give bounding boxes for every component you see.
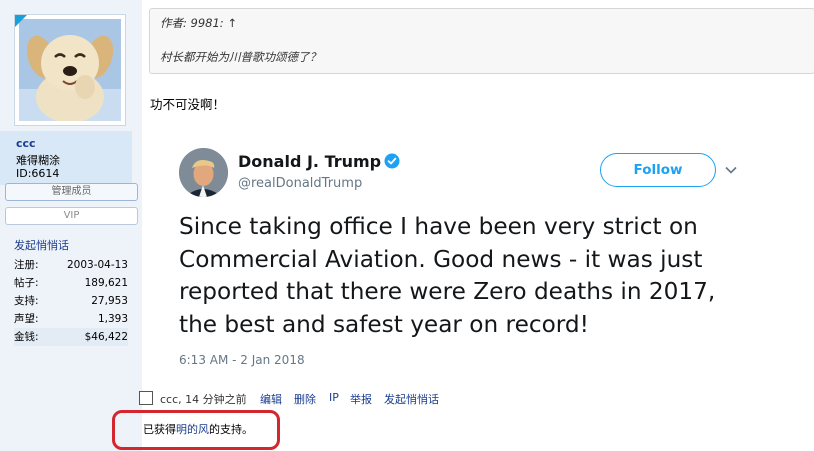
select-post-checkbox[interactable] bbox=[139, 391, 153, 405]
embedded-tweet: Donald J. Trump @realDonaldTrump Follow … bbox=[150, 143, 758, 371]
send-private-message-link[interactable]: 发起悄悄话 bbox=[14, 237, 69, 253]
stat-row-registered: 注册: 2003-04-13 bbox=[14, 256, 128, 274]
stat-value: 27,953 bbox=[91, 295, 128, 307]
avatar-corner-icon bbox=[15, 15, 27, 27]
tweet-text: Since taking office I have been very str… bbox=[179, 213, 716, 338]
stat-value: $46,422 bbox=[84, 331, 128, 343]
user-panel: ccc 难得糊涂 ID:6614 管理成员 VIP 发起悄悄话 注册: 2003… bbox=[0, 0, 142, 451]
stat-row-support: 支持: 27,953 bbox=[14, 292, 128, 310]
tweet-author-handle[interactable]: @realDonaldTrump bbox=[238, 176, 362, 191]
quote-box: 作者: 9981: ↑ 村长都开始为川普歌功颂德了？ bbox=[149, 8, 814, 74]
tweet-author-name[interactable]: Donald J. Trump bbox=[238, 152, 381, 171]
stat-label: 声望: bbox=[14, 313, 39, 325]
verified-icon bbox=[384, 153, 400, 169]
stat-row-posts: 帖子: 189,621 bbox=[14, 274, 128, 292]
support-suffix: 的支持。 bbox=[209, 423, 253, 436]
puppy-avatar-image bbox=[19, 19, 121, 121]
user-stats: 注册: 2003-04-13 帖子: 189,621 支持: 27,953 声望… bbox=[14, 256, 128, 346]
user-id: ID:6614 bbox=[16, 167, 60, 180]
user-name[interactable]: ccc bbox=[16, 137, 36, 150]
follow-button[interactable]: Follow bbox=[600, 153, 716, 187]
support-prefix: 已获得 bbox=[143, 423, 176, 436]
post-meta: ccc, 14 分钟之前 bbox=[160, 393, 247, 406]
stat-row-reputation: 声望: 1,393 bbox=[14, 310, 128, 328]
user-nickname: 难得糊涂 bbox=[16, 154, 60, 167]
chevron-down-icon[interactable] bbox=[725, 166, 737, 174]
stat-value: 2003-04-13 bbox=[66, 259, 128, 271]
reply-text: 功不可没啊！ bbox=[150, 97, 226, 112]
stat-value: 1,393 bbox=[97, 313, 128, 325]
admin-badge: 管理成员 bbox=[5, 183, 138, 201]
quote-text: 村长都开始为川普歌功颂德了？ bbox=[160, 50, 321, 64]
ip-link[interactable]: IP bbox=[329, 391, 339, 404]
supporter-name[interactable]: 明的风 bbox=[176, 423, 209, 436]
vip-badge: VIP bbox=[5, 207, 138, 225]
tweet-timestamp[interactable]: 6:13 AM - 2 Jan 2018 bbox=[179, 353, 305, 367]
tweet-author-avatar[interactable] bbox=[179, 148, 228, 197]
user-avatar[interactable] bbox=[14, 14, 126, 126]
support-text: 已获得明的风的支持。 bbox=[143, 421, 253, 437]
quote-author[interactable]: 作者: 9981: ↑ bbox=[160, 15, 237, 31]
stat-row-money: 金钱: $46,422 bbox=[14, 328, 128, 346]
author-portrait-image bbox=[179, 148, 228, 197]
stat-value: 189,621 bbox=[84, 277, 128, 289]
delete-link[interactable]: 删除 bbox=[294, 391, 316, 407]
stat-label: 注册: bbox=[14, 259, 39, 271]
report-link[interactable]: 举报 bbox=[350, 391, 372, 407]
send-private-message-link[interactable]: 发起悄悄话 bbox=[384, 391, 439, 407]
stat-label: 帖子: bbox=[14, 277, 39, 289]
stat-label: 金钱: bbox=[14, 331, 39, 343]
edit-link[interactable]: 编辑 bbox=[260, 391, 282, 407]
stat-label: 支持: bbox=[14, 295, 39, 307]
